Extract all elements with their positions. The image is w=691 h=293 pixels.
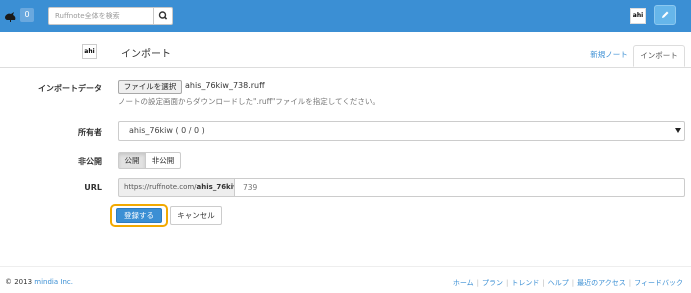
url-prefix: https://ruffnote.com/ahis_76kiw/ (118, 178, 235, 197)
import-data-label: インポートデータ (38, 84, 102, 93)
owner-label: 所有者 (78, 128, 102, 137)
footer-separator: | (542, 279, 545, 287)
footer-separator: | (571, 279, 575, 287)
selected-file-name: ahis_76kiw_738.ruff (185, 81, 265, 90)
private-label: 非公開 (78, 157, 102, 166)
notification-count-badge[interactable]: 0 (20, 8, 34, 22)
footer-link-help[interactable]: ヘルプ (548, 279, 569, 287)
footer-link-trend[interactable]: トレンド (511, 279, 539, 287)
user-avatar[interactable]: ahi (630, 8, 646, 24)
search-input[interactable] (48, 7, 154, 25)
tab-new-note[interactable]: 新規ノート (586, 45, 632, 67)
pencil-icon (662, 11, 669, 18)
company-link[interactable]: mindia Inc. (34, 278, 73, 286)
search-icon (158, 11, 168, 20)
footer-link-feedback[interactable]: フィードバック (634, 279, 683, 287)
bird-icon[interactable] (4, 9, 18, 23)
dropdown-arrow-icon (675, 128, 681, 133)
footer-link-home[interactable]: ホーム (453, 279, 474, 287)
owner-select-value: ahis_76kiw ( 0 / 0 ) (129, 126, 205, 135)
footer-links: ホーム | プラン | トレンド | ヘルプ | 最近のアクセス | フィードバック (453, 278, 683, 288)
url-username: ahis_76kiw (196, 183, 234, 191)
copyright-text: © 2013 (5, 278, 33, 286)
cancel-button[interactable]: キャンセル (170, 206, 222, 225)
submit-button[interactable]: 登録する (116, 208, 162, 223)
owner-select[interactable]: ahis_76kiw ( 0 / 0 ) (118, 121, 685, 141)
url-label: URL (84, 183, 102, 192)
top-navbar: 0 ahi (0, 0, 691, 32)
new-note-button[interactable] (654, 5, 676, 25)
url-base: https://ruffnote.com/ (124, 183, 197, 191)
file-help-text: ノートの設定画面からダウンロードした".ruff"ファイルを指定してください。 (118, 97, 380, 106)
footer-link-recent-access[interactable]: 最近のアクセス (577, 279, 626, 287)
tab-import[interactable]: インポート (633, 45, 685, 67)
submit-highlight: 登録する (110, 204, 168, 227)
footer-separator: | (628, 279, 632, 287)
footer-divider (0, 266, 691, 267)
public-toggle-button[interactable]: 公開 (118, 152, 146, 169)
footer-separator: | (476, 279, 480, 287)
private-toggle-button[interactable]: 非公開 (146, 152, 181, 169)
choose-file-button[interactable]: ファイルを選択 (118, 80, 182, 94)
header-divider (0, 67, 691, 68)
copyright: © 2013 mindia Inc. (5, 278, 73, 286)
footer-link-plan[interactable]: プラン (482, 279, 503, 287)
page-title: インポート (121, 49, 171, 60)
search-button[interactable] (153, 7, 173, 25)
note-avatar: ahi (82, 44, 97, 59)
url-slug-input[interactable] (235, 178, 685, 197)
